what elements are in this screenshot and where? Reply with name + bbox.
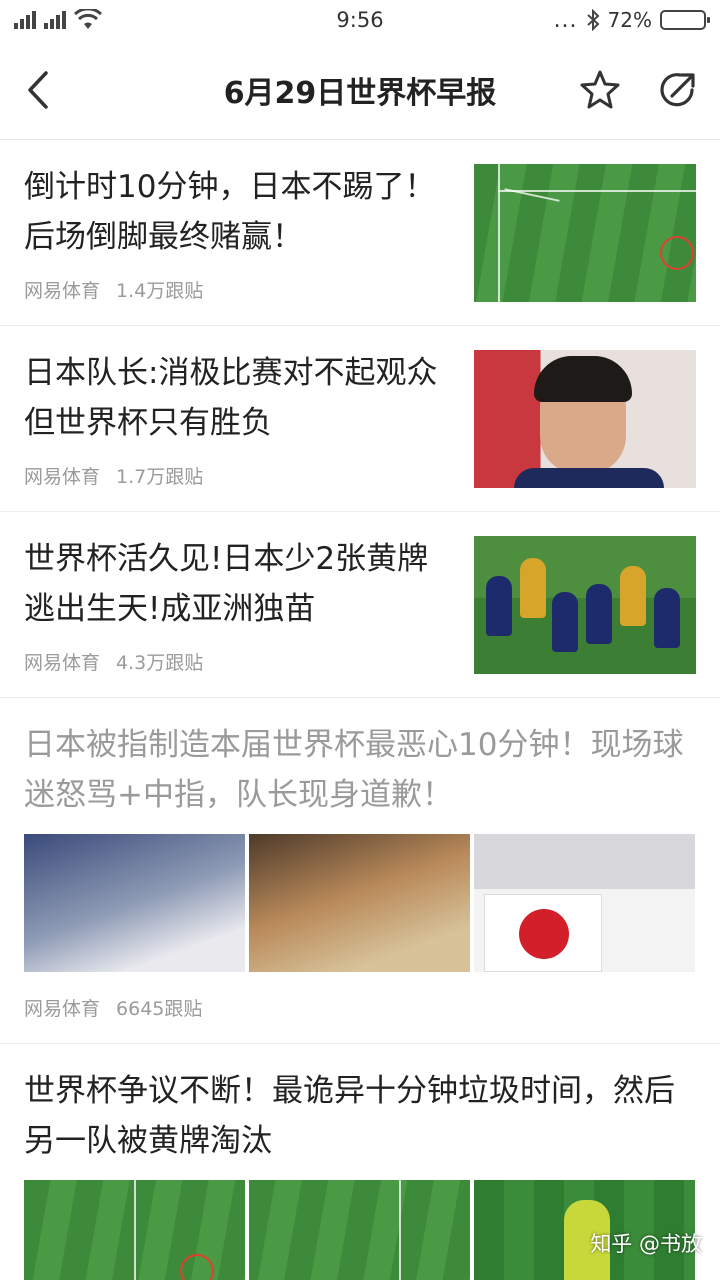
news-title: 世界杯活久见!日本少2张黄牌逃出生天!成亚洲独苗 [24, 541, 429, 627]
news-comment-count: 1.7万跟贴 [116, 466, 204, 488]
page-title: 6月29日世界杯早报 [223, 75, 497, 111]
news-item[interactable]: 日本队长:消极比赛对不起观众 但世界杯只有胜负 网易体育 1.7万跟贴 [0, 326, 720, 512]
news-source: 网易体育 [24, 998, 101, 1020]
news-comment-count: 1.4万跟贴 [116, 280, 204, 302]
news-item[interactable]: 日本被指制造本届世界杯最恶心10分钟！现场球迷怒骂+中指，队长现身道歉！ 网易体… [0, 698, 720, 1044]
news-image [474, 834, 695, 972]
news-source: 网易体育 [24, 466, 101, 488]
news-image [24, 1180, 245, 1280]
star-icon [580, 70, 620, 109]
battery-icon [660, 10, 710, 30]
cellular-signal-icon [44, 11, 66, 29]
cellular-signal-icon [14, 11, 36, 29]
news-image [249, 834, 470, 972]
news-thumbnail [474, 536, 696, 674]
status-bar: 9:56 ... 72% [0, 0, 720, 40]
news-title: 日本队长:消极比赛对不起观众 但世界杯只有胜负 [24, 355, 438, 441]
status-right: ... 72% [553, 7, 710, 33]
news-source: 网易体育 [24, 280, 101, 302]
news-image [24, 834, 245, 972]
favorite-button[interactable] [578, 68, 622, 112]
status-left [14, 9, 102, 31]
news-source: 网易体育 [24, 652, 101, 674]
top-bar: 6月29日世界杯早报 [0, 40, 720, 140]
back-button[interactable] [18, 68, 58, 112]
news-comment-count: 6645跟贴 [116, 998, 203, 1020]
share-button[interactable] [656, 68, 700, 112]
battery-percent: 72% [607, 8, 652, 32]
back-arrow-icon [28, 71, 48, 109]
news-comment-count: 4.3万跟贴 [116, 652, 204, 674]
news-meta: 网易体育 1.7万跟贴 [24, 462, 444, 511]
news-title: 日本被指制造本届世界杯最恶心10分钟！现场球迷怒骂+中指，队长现身道歉！ [24, 727, 684, 813]
more-indicator: ... [553, 7, 578, 33]
news-thumbnail [474, 350, 696, 488]
wifi-icon [74, 9, 102, 29]
news-meta: 网易体育 6645跟贴 [24, 972, 696, 1043]
news-image-row [24, 834, 696, 972]
share-icon [660, 73, 695, 107]
news-title: 倒计时10分钟，日本不踢了！后场倒脚最终赌赢！ [24, 169, 436, 255]
news-item[interactable]: 世界杯活久见!日本少2张黄牌逃出生天!成亚洲独苗 网易体育 4.3万跟贴 [0, 512, 720, 698]
news-meta: 网易体育 4.3万跟贴 [24, 648, 444, 697]
news-title: 世界杯争议不断！最诡异十分钟垃圾时间，然后另一队被黄牌淘汰 [24, 1073, 675, 1159]
news-meta: 网易体育 1.4万跟贴 [24, 276, 444, 325]
news-image [249, 1180, 470, 1280]
watermark: 知乎 @书放 [590, 1232, 702, 1256]
news-thumbnail [474, 164, 696, 302]
bluetooth-icon [586, 9, 599, 31]
news-item[interactable]: 倒计时10分钟，日本不踢了！后场倒脚最终赌赢！ 网易体育 1.4万跟贴 [0, 140, 720, 326]
